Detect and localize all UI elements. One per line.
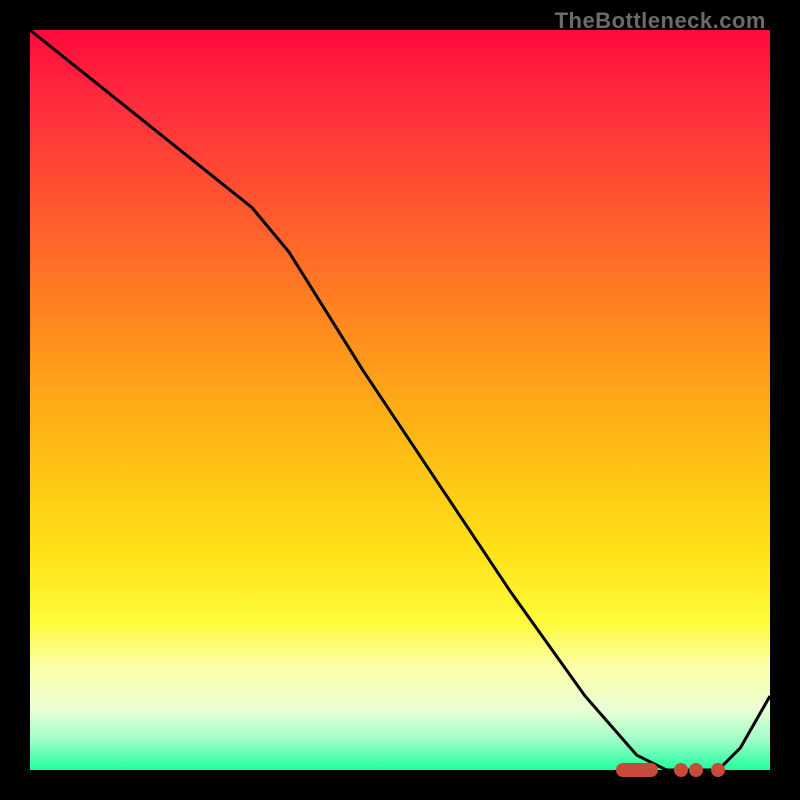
watermark-text: TheBottleneck.com	[555, 8, 766, 34]
optimal-marker-0	[616, 763, 658, 777]
optimal-marker-3	[711, 763, 725, 777]
optimal-marker-1	[674, 763, 688, 777]
optimal-marker-2	[689, 763, 703, 777]
bottleneck-curve	[30, 30, 770, 770]
